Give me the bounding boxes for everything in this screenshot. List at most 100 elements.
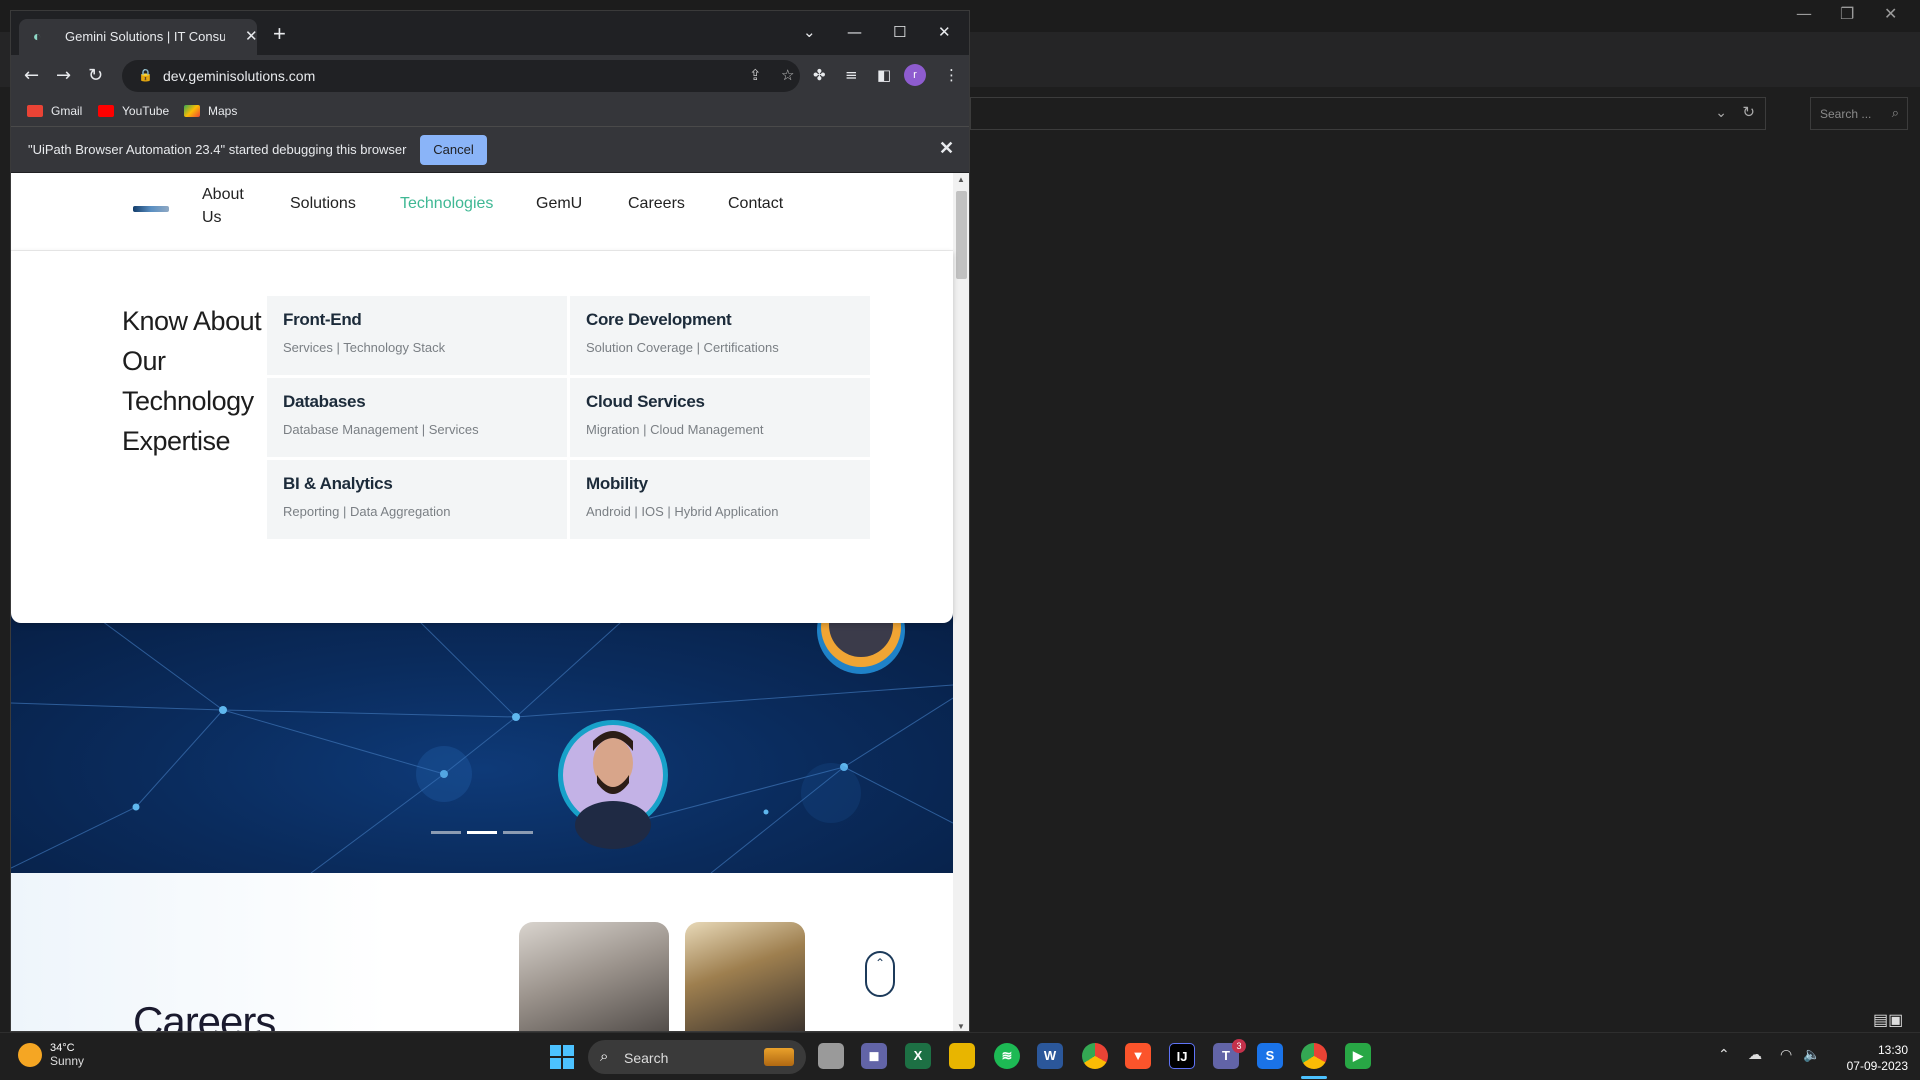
carousel-indicator[interactable] — [467, 831, 497, 834]
card-cloud-services[interactable]: Cloud Services Migration | Cloud Managem… — [570, 378, 870, 457]
bookmark-label: YouTube — [122, 104, 170, 118]
back-arrow-icon[interactable]: ← — [24, 65, 39, 86]
team-member-avatar[interactable] — [558, 720, 668, 849]
address-bar[interactable]: 🔒 dev.geminisolutions.com ⇪ ☆ — [122, 60, 800, 92]
share-icon[interactable]: ⇪ — [749, 66, 762, 84]
teams-chat-icon[interactable]: ◼ — [861, 1043, 887, 1069]
gemini-favicon-icon: ◐ — [33, 28, 42, 44]
lock-icon[interactable]: 🔒 — [138, 68, 153, 82]
card-subtitle: Migration | Cloud Management — [586, 422, 764, 437]
site-navigation: About Us Solutions Technologies GemU Car… — [11, 173, 953, 251]
media-queue-icon[interactable]: ≡ — [845, 66, 858, 84]
url-text[interactable]: dev.geminisolutions.com — [163, 68, 315, 84]
bookmarks-bar: Gmail YouTube Maps — [11, 97, 969, 127]
bookmark-maps[interactable]: Maps — [184, 104, 237, 118]
page-scrollbar[interactable]: ▲ ▼ — [953, 173, 969, 1031]
scroll-up-icon[interactable]: ⌃ — [865, 951, 895, 997]
system-clock[interactable]: 13:30 07-09-2023 — [1838, 1042, 1908, 1074]
reload-icon[interactable]: ↻ — [88, 65, 103, 86]
browser-tab-active[interactable]: ◐ Gemini Solutions | IT Consulting, ✕ — [19, 19, 258, 55]
file-explorer-icon[interactable] — [949, 1043, 975, 1069]
weather-widget[interactable]: 34°C Sunny — [18, 1042, 84, 1068]
intellij-icon[interactable]: IJ — [1169, 1043, 1195, 1069]
scrollbar-thumb[interactable] — [956, 191, 967, 279]
teams-badge: 3 — [1232, 1039, 1246, 1053]
minimize-icon[interactable]: — — [847, 23, 862, 41]
gemini-logo[interactable] — [133, 206, 169, 212]
excel-icon[interactable]: X — [905, 1043, 931, 1069]
extensions-puzzle-icon[interactable]: ✤ — [813, 66, 826, 84]
scroll-down-arrow-icon[interactable]: ▼ — [957, 1022, 965, 1031]
background-app-search-input[interactable]: Search ... ⌕ — [1810, 97, 1908, 130]
refresh-icon[interactable]: ↻ — [1742, 103, 1755, 121]
background-app-address-box[interactable]: ⌄ ↻ — [970, 97, 1766, 130]
card-subtitle: Services | Technology Stack — [283, 340, 446, 355]
browser-window: ◐ Gemini Solutions | IT Consulting, ✕ + … — [10, 10, 970, 1032]
careers-photo-team — [519, 922, 669, 1031]
card-subtitle: Android | IOS | Hybrid Application — [586, 504, 779, 519]
bookmark-star-icon[interactable]: ☆ — [781, 66, 794, 84]
new-tab-icon[interactable]: + — [273, 23, 286, 45]
browser-toolbar: ← → ↻ 🔒 dev.geminisolutions.com ⇪ ☆ ✤ ≡ … — [11, 55, 969, 97]
onedrive-cloud-icon[interactable]: ☁ — [1748, 1047, 1762, 1063]
media-player-icon[interactable]: ▶ — [1345, 1043, 1371, 1069]
carousel-indicator[interactable] — [431, 831, 461, 834]
restore-icon[interactable]: ❐ — [1840, 4, 1854, 23]
nav-solutions[interactable]: Solutions — [290, 195, 356, 213]
nav-contact[interactable]: Contact — [728, 195, 783, 213]
tab-strip: ◐ Gemini Solutions | IT Consulting, ✕ + … — [11, 11, 969, 55]
taskbar-search-box[interactable]: ⌕ Search — [588, 1040, 806, 1074]
nav-about-us[interactable]: About Us — [202, 183, 250, 229]
nav-gemu[interactable]: GemU — [536, 195, 582, 213]
bookmark-gmail[interactable]: Gmail — [27, 104, 82, 118]
close-icon[interactable]: ✕ — [1884, 4, 1897, 23]
tab-search-icon[interactable]: ⌄ — [803, 23, 816, 41]
card-subtitle: Reporting | Data Aggregation — [283, 504, 451, 519]
minimize-icon[interactable]: — — [1796, 4, 1812, 23]
nav-careers[interactable]: Careers — [628, 195, 685, 213]
profile-avatar[interactable]: r — [904, 64, 926, 86]
windows-start-icon[interactable] — [550, 1045, 574, 1069]
debugging-infobar: "UiPath Browser Automation 23.4" started… — [11, 127, 969, 172]
maximize-icon[interactable]: ☐ — [893, 23, 906, 41]
mega-menu-heading: Know About Our Technology Expertise — [122, 306, 262, 456]
search-icon: ⌕ — [1891, 105, 1899, 120]
chrome-profile-icon[interactable] — [1301, 1043, 1327, 1069]
volume-icon[interactable]: 🔈 — [1803, 1047, 1820, 1063]
technologies-mega-menu: Know About Our Technology Expertise Fron… — [11, 251, 953, 623]
card-mobility[interactable]: Mobility Android | IOS | Hybrid Applicat… — [570, 460, 870, 539]
card-core-development[interactable]: Core Development Solution Coverage | Cer… — [570, 296, 870, 375]
card-bi-analytics[interactable]: BI & Analytics Reporting | Data Aggregat… — [267, 460, 567, 539]
card-subtitle: Database Management | Services — [283, 422, 479, 437]
maps-icon — [184, 105, 200, 117]
chrome-icon[interactable] — [1082, 1043, 1108, 1069]
bookmark-label: Gmail — [51, 104, 83, 118]
cancel-button[interactable]: Cancel — [420, 135, 487, 165]
nav-technologies[interactable]: Technologies — [400, 195, 493, 213]
forward-arrow-icon[interactable]: → — [56, 65, 71, 86]
infobar-close-icon[interactable]: ✕ — [939, 138, 954, 159]
wifi-icon[interactable]: ◠ — [1780, 1047, 1792, 1063]
card-subtitle: Solution Coverage | Certifications — [586, 340, 779, 355]
carousel-indicator[interactable] — [503, 831, 533, 834]
view-toggle-icons[interactable]: ▤▣ — [1873, 1010, 1903, 1030]
infobar-message: "UiPath Browser Automation 23.4" started… — [28, 142, 407, 157]
active-app-indicator — [1301, 1076, 1327, 1079]
app-s-icon[interactable]: S — [1257, 1043, 1283, 1069]
brave-icon[interactable]: ▼ — [1125, 1043, 1151, 1069]
side-panel-icon[interactable]: ◧ — [877, 66, 891, 84]
windows-taskbar: 34°C Sunny ⌕ Search ◼ X ≋ W ▼ IJ T 3 S ▶… — [0, 1032, 1920, 1080]
card-front-end[interactable]: Front-End Services | Technology Stack — [267, 296, 567, 375]
tab-close-icon[interactable]: ✕ — [245, 27, 258, 45]
spotify-icon[interactable]: ≋ — [994, 1043, 1020, 1069]
bookmark-youtube[interactable]: YouTube — [98, 104, 169, 118]
show-hidden-icons-icon[interactable]: ⌃ — [1718, 1047, 1730, 1063]
word-icon[interactable]: W — [1037, 1043, 1063, 1069]
close-icon[interactable]: ✕ — [938, 23, 951, 41]
task-view-icon[interactable] — [818, 1043, 844, 1069]
kebab-menu-icon[interactable]: ⋮ — [944, 66, 959, 84]
chevron-down-icon[interactable]: ⌄ — [1715, 104, 1727, 121]
scroll-up-arrow-icon[interactable]: ▲ — [957, 175, 965, 184]
gmail-icon — [27, 105, 43, 117]
card-databases[interactable]: Databases Database Management | Services — [267, 378, 567, 457]
